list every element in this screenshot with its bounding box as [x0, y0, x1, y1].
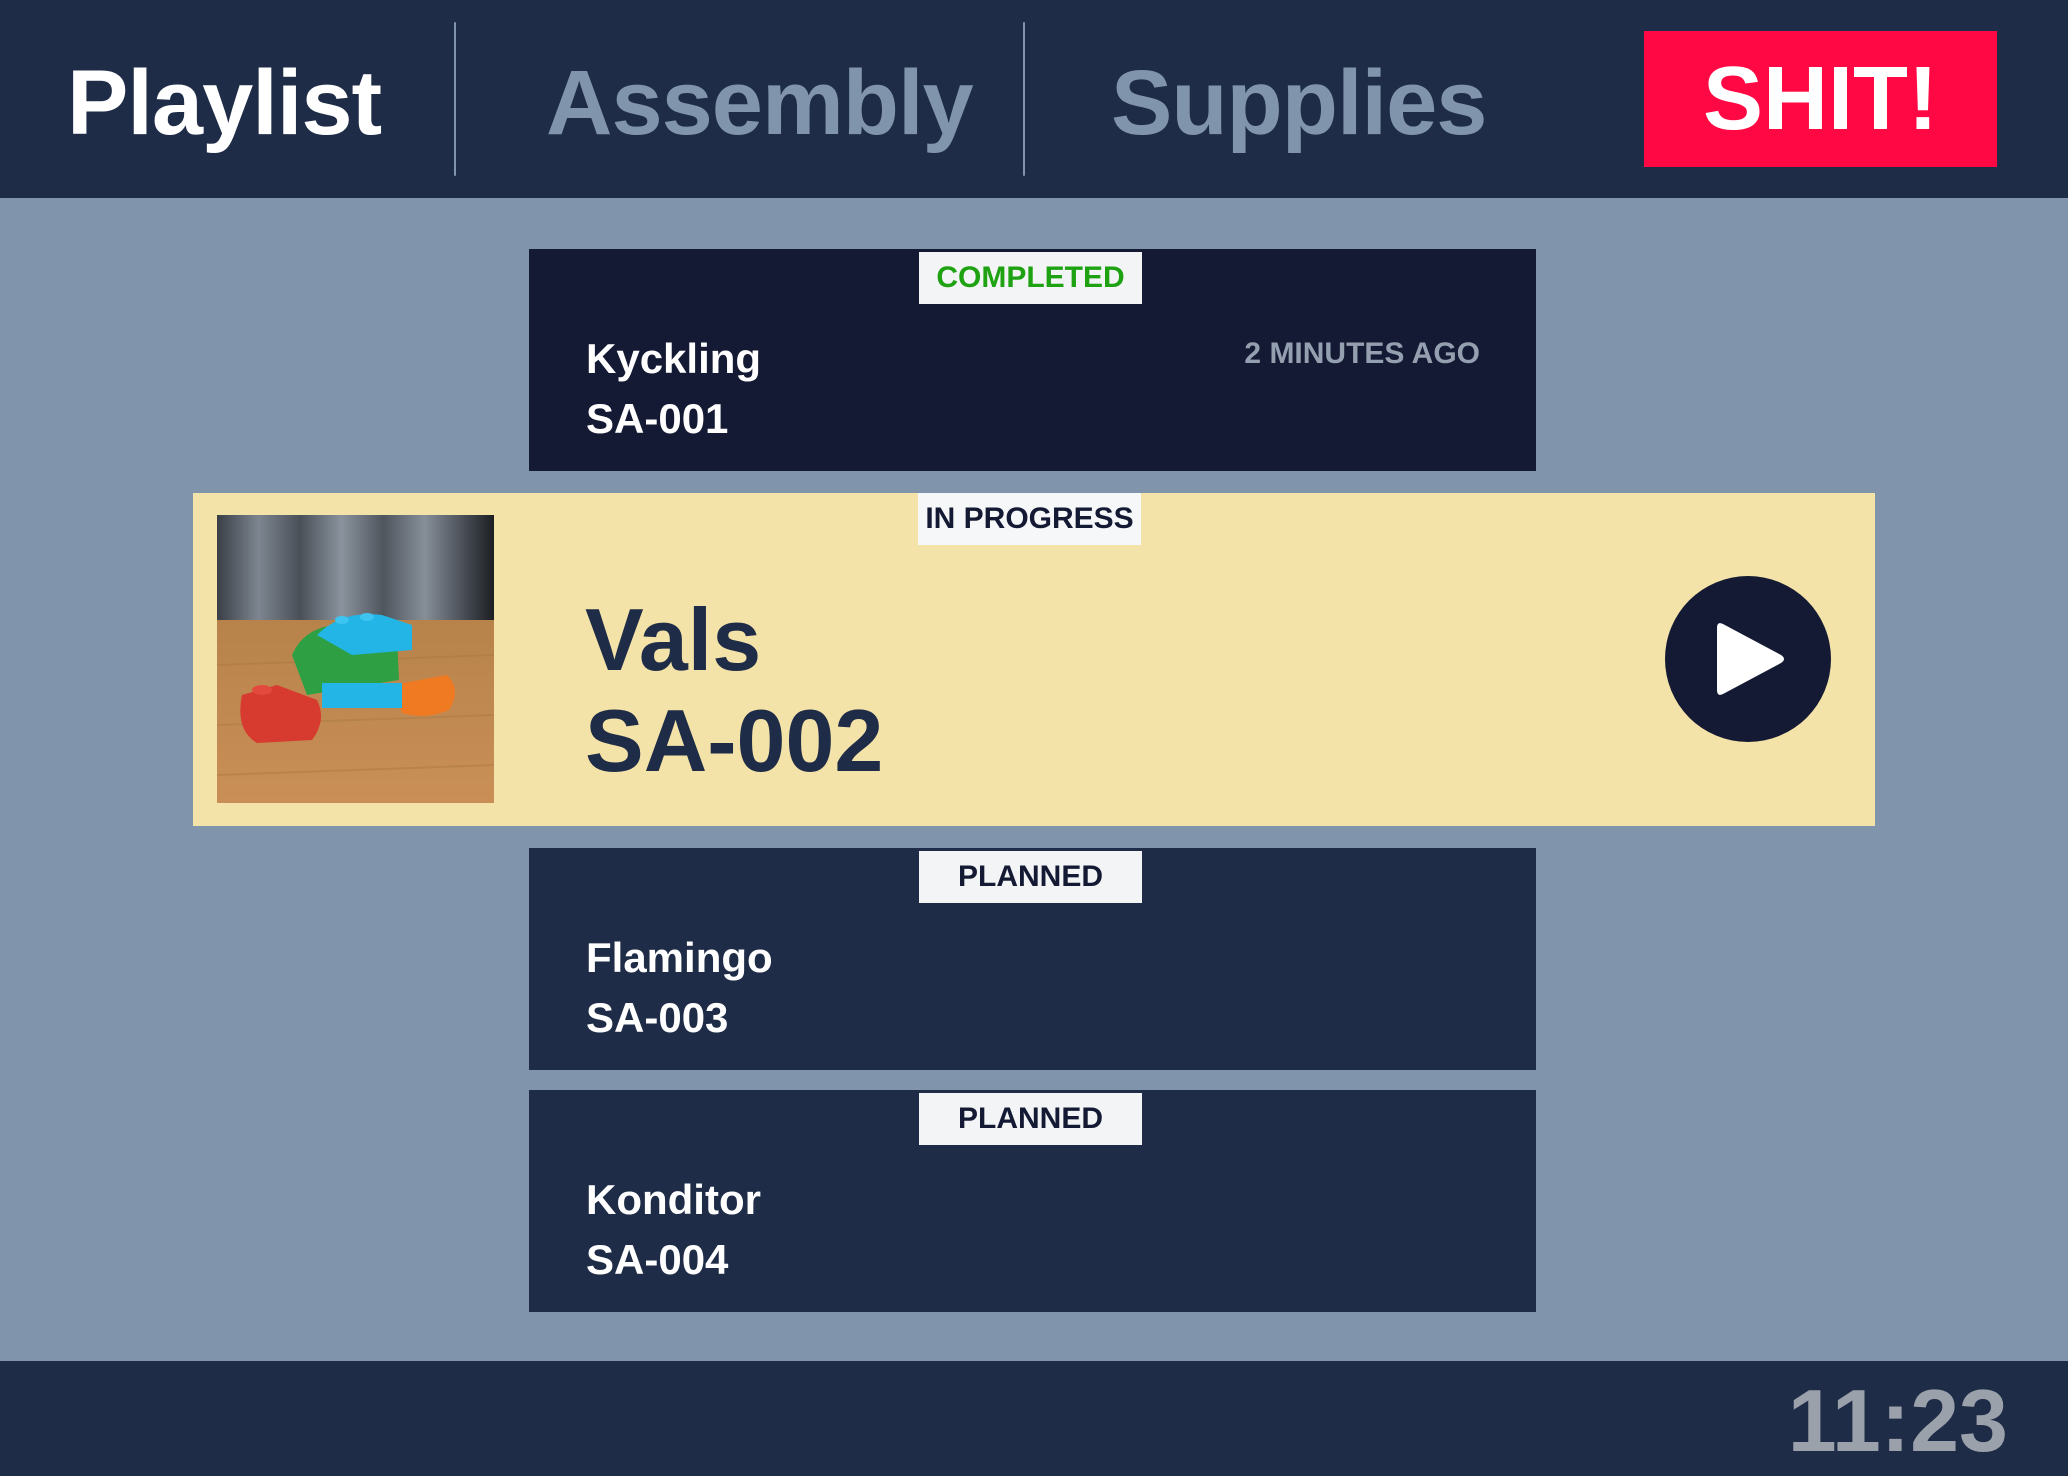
lego-model-photo-icon [217, 515, 494, 803]
top-nav-bar: Playlist Assembly Supplies SHIT! [0, 0, 2068, 198]
item-name: Flamingo [586, 934, 773, 981]
item-name: Konditor [586, 1176, 761, 1223]
tab-playlist[interactable]: Playlist [67, 48, 382, 158]
clock: 11:23 [1787, 1371, 2008, 1470]
item-code: SA-004 [586, 1236, 729, 1283]
tab-assembly[interactable]: Assembly [546, 48, 974, 158]
alarm-button[interactable]: SHIT! [1644, 31, 1997, 167]
playlist-item-planned[interactable]: PLANNED Konditor SA-004 [529, 1090, 1536, 1312]
status-badge: COMPLETED [919, 252, 1142, 304]
bottom-bar: 11:23 [0, 1361, 2068, 1476]
status-badge: PLANNED [919, 851, 1142, 903]
item-timestamp: 2 MINUTES AGO [1244, 337, 1480, 370]
tab-divider [454, 22, 456, 176]
playlist-item-completed[interactable]: COMPLETED Kyckling SA-001 2 MINUTES AGO [529, 249, 1536, 471]
item-code: SA-003 [586, 994, 729, 1041]
tab-supplies[interactable]: Supplies [1111, 48, 1487, 158]
item-code: SA-001 [586, 395, 729, 442]
playlist-item-in-progress[interactable]: IN PROGRESS Vals SA-002 [193, 493, 1875, 826]
item-name: Vals [585, 590, 762, 689]
status-badge: PLANNED [919, 1093, 1142, 1145]
item-code: SA-002 [585, 691, 884, 790]
play-icon[interactable] [1665, 576, 1831, 742]
playlist-item-planned[interactable]: PLANNED Flamingo SA-003 [529, 848, 1536, 1070]
status-badge: IN PROGRESS [918, 493, 1141, 545]
tab-divider [1023, 22, 1025, 176]
item-name: Kyckling [586, 335, 762, 382]
